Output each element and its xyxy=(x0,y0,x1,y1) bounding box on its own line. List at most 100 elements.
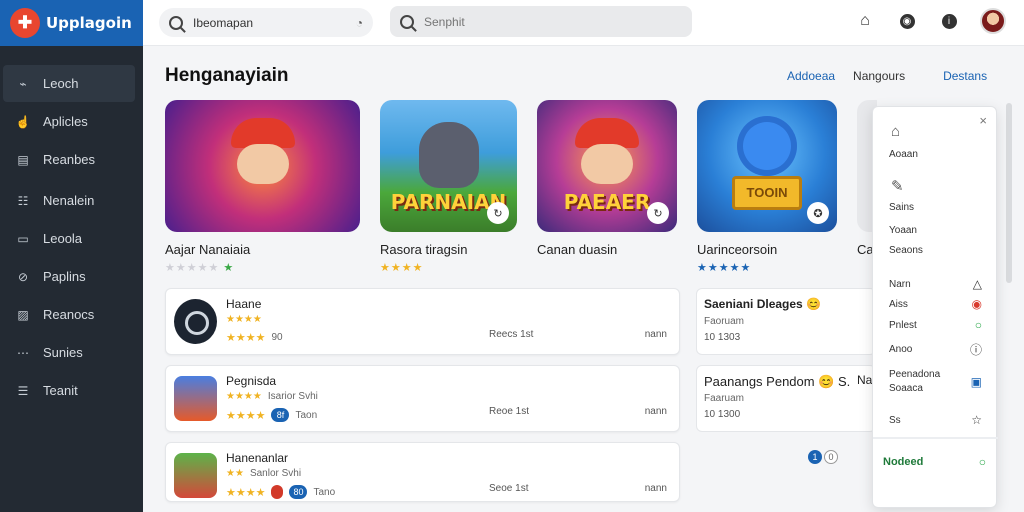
character-illustration xyxy=(575,118,639,198)
radio-icon: ○ xyxy=(978,455,986,469)
sidebar-item-label: Sunies xyxy=(43,345,83,360)
app-action[interactable]: nann xyxy=(645,329,667,340)
info-icon[interactable]: i xyxy=(938,10,960,32)
brand-header[interactable]: ✚ Upplagoin xyxy=(0,0,143,46)
sidebar: ✚ Upplagoin ⌁ Leoch ☝ Aplicles ▤ Reanbes ☷ N… xyxy=(0,0,143,512)
tab-destans[interactable]: Destans xyxy=(943,69,987,83)
tab-addoeaa[interactable]: Addoeaa xyxy=(787,69,835,83)
sidebar-item-paplins[interactable]: ⊘ Paplins xyxy=(3,258,135,295)
app-logo-icon: ✚ xyxy=(10,8,40,38)
sidebar-item-reanocs[interactable]: ▨ Reanocs xyxy=(3,296,135,333)
sidebar-item-leoch[interactable]: ⌁ Leoch xyxy=(3,65,135,102)
panel-option[interactable]: Ss ☆ xyxy=(889,413,982,427)
featured-card[interactable]: Aajar Nanaiaia ★★★★★ ★ xyxy=(165,100,360,274)
list-item[interactable]: Saeniani Dleages 😊 Faoruam 10 1303 xyxy=(696,288,876,355)
game-banner: TOOIN xyxy=(732,176,802,210)
panel-option[interactable]: Peenadona Soaaca ▣ xyxy=(889,368,982,396)
primary-search[interactable]: ◔ xyxy=(159,8,373,37)
app-name: Haane xyxy=(226,297,262,311)
app-icon xyxy=(174,299,217,344)
sidebar-item-nenalein[interactable]: ☷ Nenalein xyxy=(3,182,135,219)
chart-icon: ⌁ xyxy=(19,76,27,91)
rating-stars: ★★★★ xyxy=(380,262,424,274)
chip[interactable]: 0 xyxy=(824,450,838,464)
sidebar-item-aplicles[interactable]: ☝ Aplicles xyxy=(3,103,135,140)
game-artwork: PAEAER ↻ xyxy=(537,100,677,232)
panel-option[interactable]: Anoo ⓘ xyxy=(889,341,982,358)
panel-option[interactable]: Narn △ xyxy=(889,277,982,291)
refresh-icon[interactable]: ↻ xyxy=(647,202,669,224)
close-icon[interactable]: × xyxy=(979,113,987,128)
page-icon: ▭ xyxy=(17,231,29,246)
mic-icon[interactable]: ◔ xyxy=(356,16,363,30)
app-size: Reecs 1st xyxy=(489,329,534,340)
featured-title: Rasora tiragsin xyxy=(380,242,468,257)
secondary-search-input[interactable] xyxy=(424,14,564,29)
record-icon: ◉ xyxy=(971,297,982,311)
edit-icon: ✎ xyxy=(891,178,904,195)
sidebar-nav: ⌁ Leoch ☝ Aplicles ▤ Reanbes ☷ Nenalein ▭ Leo… xyxy=(0,65,143,409)
avatar[interactable] xyxy=(980,8,1006,34)
list-item[interactable]: Pegnisda ★★★★ Isarior Svhi ★★★★ 8f Taon Reo… xyxy=(165,365,680,432)
rating-stars: ★★ Sanlor Svhi xyxy=(226,468,302,479)
character-illustration xyxy=(418,122,479,188)
sidebar-item-leoola[interactable]: ▭ Leoola xyxy=(3,220,135,257)
image-icon: ▨ xyxy=(17,307,29,322)
top-bar: ◔ ⌂ ◉ i xyxy=(143,0,1024,46)
sidebar-item-reanbes[interactable]: ▤ Reanbes xyxy=(3,141,135,178)
panel-item[interactable]: Seaons xyxy=(889,245,923,256)
tab-nangours[interactable]: Nangours xyxy=(853,69,905,83)
panel-option[interactable]: Aiss ◉ xyxy=(889,297,982,311)
pagination-chips[interactable]: 1 0 xyxy=(808,450,838,464)
home-icon[interactable]: ⌂ xyxy=(854,10,876,32)
thumb-icon: ☝ xyxy=(15,114,31,129)
sidebar-item-sunies[interactable]: ⋯ Sunies xyxy=(3,334,135,371)
app-subtitle: Faaruam xyxy=(704,393,745,404)
award-icon[interactable]: ✪ xyxy=(807,202,829,224)
panel-item[interactable]: Yoaan xyxy=(889,225,917,236)
app-name: Upplagoin xyxy=(46,14,132,32)
featured-title: Aajar Nanaiaia xyxy=(165,242,251,257)
sidebar-item-label: Paplins xyxy=(43,269,86,284)
warning-icon: △ xyxy=(972,277,982,291)
sidebar-item-teanit[interactable]: ☰ Teanit xyxy=(3,372,135,409)
featured-card[interactable]: TOOIN ✪ Uarinceorsoin ★★★★★ xyxy=(697,100,837,274)
panel-item[interactable]: Sains xyxy=(889,202,914,213)
app-meta: ★★★★ 80 Tano xyxy=(226,485,336,499)
app-action[interactable]: nann xyxy=(645,406,667,417)
list-item[interactable]: Hanenanlar ★★ Sanlor Svhi ★★★★ 80 Tano Seoe… xyxy=(165,442,680,502)
list-item[interactable]: Haane ★★★★ ★★★★ 90 Reecs 1st nann xyxy=(165,288,680,355)
secondary-search[interactable] xyxy=(390,6,692,37)
home-icon: ⌂ xyxy=(891,123,901,140)
sidebar-item-label: Nenalein xyxy=(43,193,95,208)
app-action[interactable]: nann xyxy=(645,483,667,494)
character-illustration xyxy=(230,118,295,198)
app-name: Paanangs Pendom 😊 S. xyxy=(704,374,851,389)
scrollbar[interactable] xyxy=(1006,103,1012,283)
sidebar-item-label: Leoch xyxy=(43,76,79,91)
sidebar-item-label: Reanocs xyxy=(43,307,95,322)
app-size: Reoe 1st xyxy=(489,406,530,417)
app-stat: 10 1300 xyxy=(704,409,741,420)
panel-footer-option[interactable]: Nodeed ○ xyxy=(883,455,986,469)
featured-card[interactable]: PAEAER ↻ Canan duasin xyxy=(537,100,677,274)
app-meta: ★★★★ 8f Taon xyxy=(226,408,318,422)
top-icons: ⌂ ◉ i xyxy=(854,8,1006,34)
game-artwork: TOOIN ✪ xyxy=(697,100,837,232)
panel-item[interactable]: Aoaan xyxy=(889,149,918,160)
game-artwork xyxy=(165,100,360,232)
divider xyxy=(873,437,998,439)
featured-card[interactable]: PARNAIAN ↻ Rasora tiragsin ★★★★ xyxy=(380,100,517,274)
link-icon: ⊘ xyxy=(17,269,29,284)
chip-active[interactable]: 1 xyxy=(808,450,822,464)
location-icon[interactable]: ◉ xyxy=(896,10,918,32)
side-label: Na xyxy=(857,373,873,387)
rating-stars: ★★★★★ ★ xyxy=(165,262,235,274)
app-icon xyxy=(174,453,217,498)
search-input[interactable] xyxy=(193,15,333,30)
character-illustration xyxy=(737,116,797,176)
refresh-icon[interactable]: ↻ xyxy=(487,202,509,224)
panel-option[interactable]: Pnlest ○ xyxy=(889,318,982,332)
list-item[interactable]: Paanangs Pendom 😊 S. Faaruam 10 1300 xyxy=(696,365,876,432)
app-subtitle: Faoruam xyxy=(704,316,745,327)
